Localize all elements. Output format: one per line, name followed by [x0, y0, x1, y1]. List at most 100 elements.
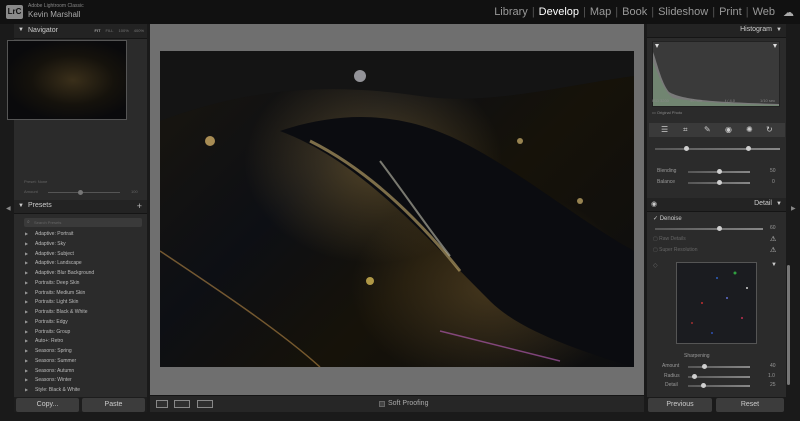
module-map[interactable]: Map — [587, 6, 614, 18]
preset-group[interactable]: ▶ Portraits: Deep Skin — [25, 278, 94, 288]
target-tool-icon[interactable]: ◇ — [653, 262, 658, 269]
loupe-view-icon[interactable] — [156, 400, 168, 408]
amount-slider-knob[interactable] — [78, 190, 83, 195]
before-after-icon[interactable] — [174, 400, 190, 408]
balance-slider-knob[interactable] — [716, 180, 722, 185]
crop-icon[interactable]: ⌗ — [683, 125, 688, 135]
super-resolution-row[interactable]: ▢ Super Resolution — [653, 247, 697, 253]
balance-value: 0 — [772, 179, 775, 185]
edit-sliders-icon[interactable]: ☰ — [661, 125, 668, 134]
preset-group[interactable]: ▶ Adaptive: Subject — [25, 249, 94, 259]
soft-proofing-checkbox[interactable] — [379, 401, 385, 407]
sharpen-amount-slider[interactable] — [688, 366, 750, 368]
copy-button[interactable]: Copy... — [16, 398, 79, 412]
reset-button[interactable]: Reset — [716, 398, 784, 412]
user-name: Kevin Marshall — [28, 10, 81, 19]
zoom-fill[interactable]: FILL — [106, 28, 114, 33]
partial-slider-knob[interactable] — [746, 146, 751, 151]
previous-button[interactable]: Previous — [648, 398, 712, 412]
histogram-title: Histogram — [740, 26, 772, 33]
preset-group[interactable]: ▶ Portraits: Edgy — [25, 317, 94, 327]
zoom-400[interactable]: 400% — [134, 28, 144, 33]
denoise-row[interactable]: ✓ Denoise — [653, 215, 682, 222]
reset-tool-icon[interactable]: ↻ — [766, 125, 773, 134]
red-eye-icon[interactable]: ◉ — [725, 125, 732, 134]
right-panel-scrollbar[interactable] — [787, 265, 790, 385]
sharpen-detail-value: 25 — [770, 382, 776, 388]
module-print[interactable]: Print — [716, 6, 745, 18]
amount-slider[interactable] — [48, 192, 120, 193]
sharpen-radius-knob[interactable] — [691, 374, 697, 379]
preset-group[interactable]: ▶ Portraits: Medium Skin — [25, 288, 94, 298]
blending-label: Blending — [657, 168, 677, 174]
preset-group[interactable]: ▶ Seasons: Summer — [25, 356, 94, 366]
collapse-triangle-icon: ▼ — [776, 27, 782, 33]
add-preset-icon[interactable]: + — [137, 201, 142, 211]
preset-group[interactable]: ▶ Portraits: Group — [25, 327, 94, 337]
amount-value: 100 — [131, 189, 138, 194]
warning-icon: ⚠ — [770, 236, 777, 243]
right-panel-toggle-icon[interactable]: ▶ — [791, 205, 796, 212]
collapse-triangle-icon: ▼ — [18, 203, 24, 209]
module-web[interactable]: Web — [750, 6, 778, 18]
zoom-100[interactable]: 100% — [119, 28, 129, 33]
detail-header[interactable]: ◉ Detail ▼ — [647, 198, 786, 212]
partial-slider[interactable] — [655, 148, 780, 150]
preset-group[interactable]: ▶ Adaptive: Blur Background — [25, 268, 94, 278]
presets-title: Presets — [28, 202, 52, 209]
visibility-eye-icon[interactable]: ◉ — [651, 200, 657, 208]
sharpen-detail-knob[interactable] — [701, 383, 706, 388]
preset-group[interactable]: ▶ Portraits: Black & White — [25, 307, 94, 317]
preset-group[interactable]: ▶ Seasons: Autumn — [25, 366, 94, 376]
preview-toggle-icon[interactable]: ▼ — [771, 262, 777, 268]
preset-search-placeholder: Search Presets — [34, 220, 62, 225]
raw-details-row[interactable]: ▢ Raw Details — [653, 236, 686, 242]
detail-preview[interactable] — [676, 262, 757, 344]
sharpen-radius-slider[interactable] — [688, 376, 750, 378]
navigator-zoom-options: FIT FILL 100% 400% — [95, 28, 144, 33]
navigator-thumbnail[interactable] — [7, 40, 127, 120]
module-picker: Library | Develop | Map | Book | Slideshow | … — [491, 6, 778, 18]
preset-group[interactable]: ▶ Adaptive: Portrait — [25, 229, 94, 239]
cloud-icon[interactable]: ☁ — [783, 6, 794, 19]
histogram-aperture: f / 4.0 — [725, 98, 736, 103]
denoise-slider[interactable] — [655, 228, 763, 230]
collapse-triangle-icon: ▼ — [776, 201, 782, 207]
warning-icon: ⚠ — [770, 247, 777, 254]
module-library[interactable]: Library — [491, 6, 531, 18]
preset-group[interactable]: ▶ Adaptive: Landscape — [25, 258, 94, 268]
navigator-title: Navigator — [28, 27, 58, 34]
preset-group[interactable]: ▶ Portraits: Light Skin — [25, 297, 94, 307]
preset-group[interactable]: ▶ Style: Black & White — [25, 385, 94, 395]
before-after-swap-icon[interactable] — [197, 400, 213, 408]
partial-slider-knob[interactable] — [684, 146, 689, 151]
preset-search-input[interactable]: ⌕ Search Presets — [24, 218, 142, 227]
healing-icon[interactable]: ✎ — [704, 125, 711, 134]
masking-icon[interactable]: ✺ — [746, 125, 753, 134]
search-icon: ⌕ — [27, 219, 30, 225]
preset-group[interactable]: ▶ Auto+: Retro — [25, 336, 94, 346]
sharpen-amount-value: 40 — [770, 363, 776, 369]
main-photo[interactable] — [160, 51, 634, 367]
detail-preview-image — [691, 271, 748, 334]
sharpen-amount-label: Amount — [662, 363, 680, 369]
preset-group[interactable]: ▶ Adaptive: Sky — [25, 239, 94, 249]
presets-header[interactable]: ▼ Presets + — [14, 200, 147, 214]
navigator-header[interactable]: ▼ Navigator FIT FILL 100% 400% — [14, 24, 147, 39]
paste-button[interactable]: Paste — [82, 398, 145, 412]
detail-title: Detail — [754, 200, 772, 207]
left-panel-toggle-icon[interactable]: ◀ — [6, 205, 11, 212]
top-bar: LrC Adobe Lightroom Classic Kevin Marsha… — [0, 0, 800, 24]
module-book[interactable]: Book — [619, 6, 650, 18]
sharpen-detail-slider[interactable] — [688, 385, 750, 387]
preset-name: Preset: None — [24, 179, 48, 184]
module-develop[interactable]: Develop — [536, 6, 582, 18]
collapse-triangle-icon: ▼ — [18, 27, 24, 33]
blending-slider-knob[interactable] — [716, 169, 722, 174]
app-name: Adobe Lightroom Classic — [28, 3, 84, 9]
zoom-fit[interactable]: FIT — [95, 28, 101, 33]
histogram-header[interactable]: Histogram ▼ — [647, 24, 786, 38]
module-slideshow[interactable]: Slideshow — [655, 6, 711, 18]
preset-group[interactable]: ▶ Seasons: Spring — [25, 346, 94, 356]
preset-group[interactable]: ▶ Seasons: Winter — [25, 375, 94, 385]
